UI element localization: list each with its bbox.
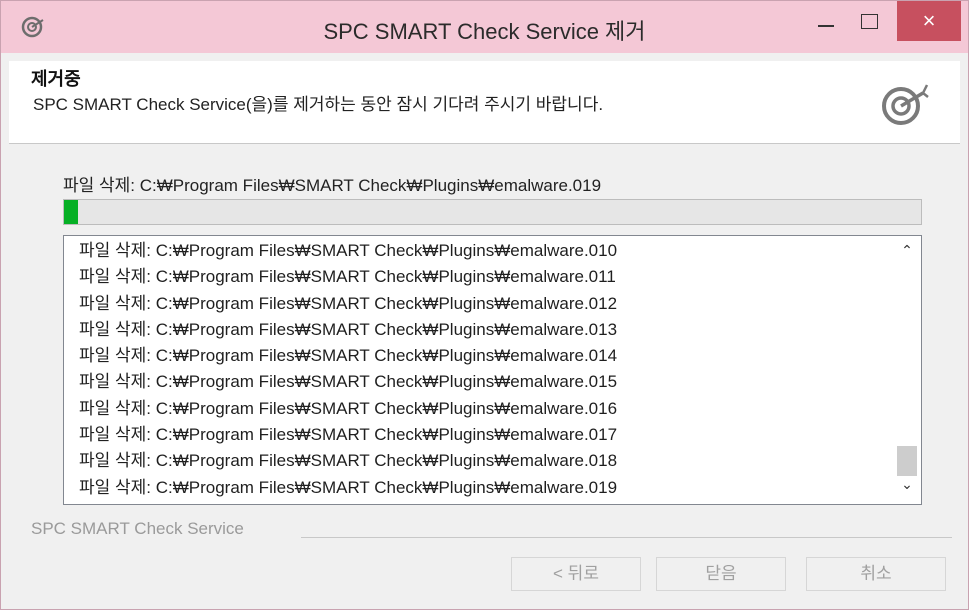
current-operation-text: 파일 삭제: C:₩Program Files₩SMART Check₩Plug…	[63, 176, 602, 195]
scroll-thumb[interactable]	[897, 446, 917, 476]
progress-fill	[64, 200, 78, 224]
log-scrollbar[interactable]: ⌃ ⌄	[894, 236, 920, 504]
log-line: 파일 삭제: C:₩Program Files₩SMART Check₩Plug…	[79, 346, 618, 366]
uninstall-window: SPC SMART Check Service 제거 × 제거중 SPC SMA…	[0, 0, 969, 610]
page-title: 제거중	[31, 69, 81, 89]
log-line: 파일 삭제: C:₩Program Files₩SMART Check₩Plug…	[79, 372, 618, 392]
log-line: 파일 삭제: C:₩Program Files₩SMART Check₩Plug…	[79, 425, 618, 445]
log-line: 파일 삭제: C:₩Program Files₩SMART Check₩Plug…	[79, 293, 618, 313]
header-panel: 제거중 SPC SMART Check Service(을)를 제거하는 동안 …	[9, 61, 960, 144]
spc-logo-icon	[882, 84, 929, 125]
details-log[interactable]: 파일 삭제: C:₩Program Files₩SMART Check₩Plug…	[63, 235, 922, 505]
close-button[interactable]: 닫음	[656, 557, 786, 591]
log-line: 파일 삭제: C:₩Program Files₩SMART Check₩Plug…	[79, 451, 618, 471]
cancel-button[interactable]: 취소	[806, 557, 946, 591]
page-subtitle: SPC SMART Check Service(을)를 제거하는 동안 잠시 기…	[33, 95, 604, 114]
log-line: 파일 삭제: C:₩Program Files₩SMART Check₩Plug…	[79, 267, 616, 287]
scroll-down-icon[interactable]: ⌄	[894, 476, 920, 496]
log-line: 파일 삭제: C:₩Program Files₩SMART Check₩Plug…	[79, 319, 618, 339]
progress-bar	[63, 199, 922, 225]
title-bar[interactable]: SPC SMART Check Service 제거 ×	[1, 1, 968, 53]
back-button[interactable]: < 뒤로	[511, 557, 641, 591]
minimize-icon[interactable]	[809, 9, 843, 37]
log-line: 파일 삭제: C:₩Program Files₩SMART Check₩Plug…	[79, 241, 618, 260]
log-line: 파일 삭제: C:₩Program Files₩SMART Check₩Plug…	[79, 398, 618, 418]
log-lines: 파일 삭제: C:₩Program Files₩SMART Check₩Plug…	[79, 238, 617, 501]
log-line: 파일 삭제: C:₩Program Files₩SMART Check₩Plug…	[79, 477, 618, 497]
divider	[301, 537, 952, 538]
close-icon[interactable]: ×	[897, 1, 961, 41]
maximize-icon[interactable]	[853, 9, 887, 37]
brand-label: SPC SMART Check Service	[31, 519, 244, 538]
scroll-up-icon[interactable]: ⌃	[894, 242, 920, 262]
